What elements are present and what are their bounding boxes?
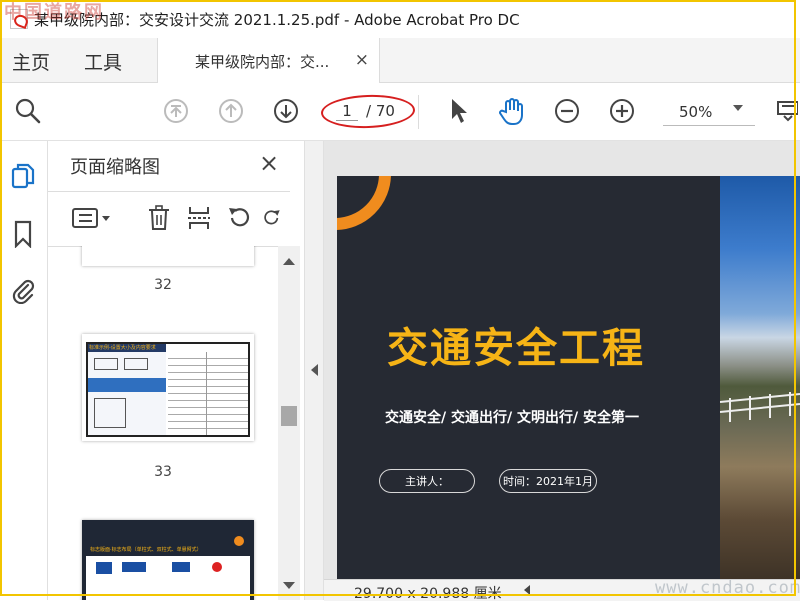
decorative-arc [337,176,391,230]
document-view[interactable]: 交通安全工程 交通安全/ 交通出行/ 文明出行/ 安全第一 主讲人： 时间：20… [324,141,800,600]
toolbar-separator [418,95,419,129]
panel-splitter[interactable] [304,141,324,600]
scroll-down-icon[interactable] [283,582,295,589]
next-page-icon[interactable] [270,95,302,127]
search-zoom-icon[interactable] [12,95,44,127]
panel-title: 页面缩略图 [70,157,160,178]
navigation-rail [0,141,48,600]
redo-icon[interactable] [262,203,282,233]
zoom-out-icon[interactable] [551,95,583,127]
prev-page-icon[interactable] [215,95,247,127]
scroll-up-icon[interactable] [283,258,295,265]
window-title: 某甲级院内部：交安设计交流 2021.1.25.pdf - Adobe Acro… [34,10,520,29]
zoom-value: 50% [679,103,713,121]
first-page-icon[interactable] [160,95,192,127]
fence-illustration [720,392,800,422]
menu-tools[interactable]: 工具 [84,48,122,75]
time-pill: 时间：2021年1月 [499,469,597,493]
slide-subtitle: 交通安全/ 交通出行/ 文明出行/ 安全第一 [385,410,639,426]
thumbnail-page-34[interactable]: 标志版面·标志布局（单柱式、双柱式、单悬臂式） [82,520,254,600]
scrollbar-thumb[interactable] [281,406,297,426]
road-photo [720,176,800,580]
thumbnail-label-33: 33 [154,464,172,480]
thumbnail-heading-34: 标志版面·标志布局（单柱式、双柱式、单悬臂式） [90,547,202,553]
attachments-icon[interactable] [9,275,37,305]
watermark-bottom-right: www.cndao.com [655,578,800,598]
page-dimensions: 29.700 x 20.988 厘米 [354,586,502,602]
document-page: 交通安全工程 交通安全/ 交通出行/ 文明出行/ 安全第一 主讲人： 时间：20… [337,176,800,580]
zoom-select[interactable]: 50% [663,99,755,126]
thumbnails-panel: 页面缩略图 × 32 标准示例-设置大小及内容要求 33 标志版面·标志布局（单… [48,141,304,600]
hand-tool-icon[interactable] [497,95,529,127]
select-arrow-icon[interactable] [443,95,475,127]
page-thumbnails-icon[interactable] [9,161,37,191]
tab-bar: 主页 工具 [0,38,800,83]
speaker-pill: 主讲人： [379,469,475,493]
delete-icon[interactable] [144,203,174,233]
thumbnail-label-32: 32 [154,277,172,293]
close-icon[interactable]: × [259,149,279,177]
scroll-left-icon[interactable] [524,585,530,595]
thumbnail-list: 32 标准示例-设置大小及内容要求 33 标志版面·标志布局（单柱式、双柱式、单… [48,246,278,600]
zoom-in-icon[interactable] [606,95,638,127]
thumbnail-scrollbar[interactable] [278,246,300,600]
collapse-panel-icon[interactable] [311,364,318,376]
page-display-icon[interactable] [772,95,798,127]
menu-home[interactable]: 主页 [12,48,50,75]
title-bar: 某甲级院内部：交安设计交流 2021.1.25.pdf - Adobe Acro… [0,0,800,38]
options-menu-icon[interactable] [70,203,114,233]
bookmarks-icon[interactable] [9,219,37,249]
slide-title: 交通安全工程 [387,324,645,372]
chevron-down-icon [733,105,743,111]
close-tab-icon[interactable]: × [355,50,369,70]
undo-icon[interactable] [224,203,254,233]
thumbnail-page-33[interactable]: 标准示例-设置大小及内容要求 [82,334,254,441]
thumbnail-heading-33: 标准示例-设置大小及内容要求 [89,345,156,351]
watermark-top-left: 中国道路网 [4,2,104,23]
document-tab[interactable]: 某甲级院内部：交... × [157,38,380,83]
document-tab-label: 某甲级院内部：交... [195,53,330,71]
panel-toolbar [48,191,290,247]
thumbnail-page-32[interactable] [82,246,254,266]
insert-page-icon[interactable] [184,203,214,233]
